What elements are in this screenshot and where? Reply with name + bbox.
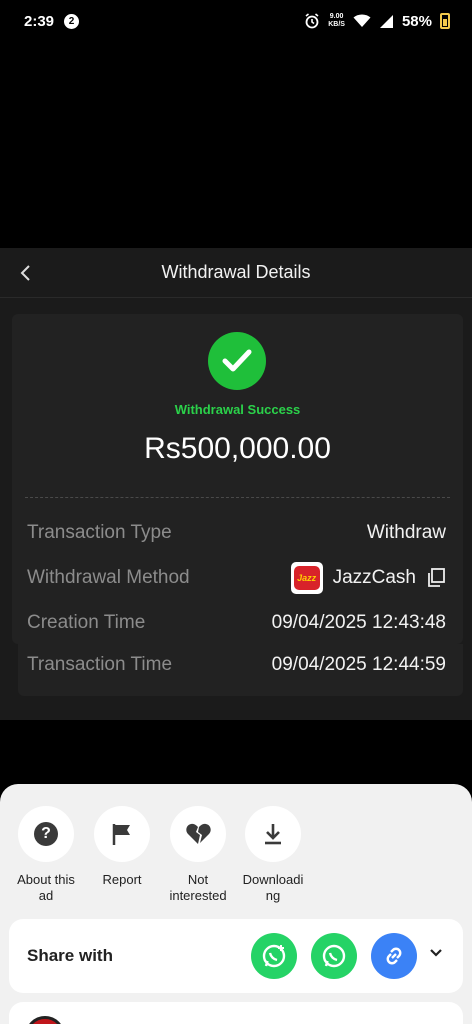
- ad-actions: ? About this ad Report Not interested Do…: [0, 806, 472, 916]
- chevron-down-icon: [430, 949, 442, 957]
- detail-label: Creation Time: [27, 612, 146, 633]
- whatsapp-business-share-button[interactable]: [251, 933, 297, 979]
- detail-label: Transaction Time: [27, 654, 173, 675]
- alarm-icon: [305, 13, 319, 29]
- expand-share-button[interactable]: [429, 946, 443, 965]
- status-bar: 2:39 2 9.00 KB/S 58%: [0, 0, 472, 42]
- withdrawal-summary-card: Withdrawal Success Rs500,000.00 Transact…: [12, 314, 463, 644]
- whatsapp-business-icon: [262, 944, 286, 968]
- transaction-time-box: Transaction Time 09/04/2025 12:44:59: [18, 644, 463, 696]
- next-share-card: [9, 1002, 463, 1024]
- detail-value: 09/04/2025 12:44:59: [271, 654, 446, 675]
- downloading-button[interactable]: Downloadi ng: [233, 806, 313, 904]
- share-with-row: Share with: [9, 919, 463, 993]
- whatsapp-share-button[interactable]: [311, 933, 357, 979]
- withdrawal-amount: Rs500,000.00: [144, 432, 331, 465]
- question-icon: ?: [34, 822, 58, 846]
- not-interested-button[interactable]: Not interested: [158, 806, 238, 904]
- action-label: Downloadi ng: [242, 872, 304, 903]
- detail-value: JazzCash: [332, 567, 416, 588]
- download-icon: [265, 824, 281, 845]
- wifi-icon: [353, 14, 371, 27]
- action-label: About this ad: [17, 872, 75, 903]
- withdrawal-status: Withdrawal Success: [174, 402, 301, 417]
- ad-options-sheet: ? About this ad Report Not interested Do…: [0, 784, 472, 1024]
- flag-icon: [112, 824, 130, 845]
- link-icon: [386, 947, 402, 965]
- action-circle: ?: [18, 806, 74, 862]
- action-circle: [170, 806, 226, 862]
- action-label: Report: [102, 872, 142, 887]
- network-speed-value: 9.00: [329, 13, 344, 20]
- network-speed: 9.00 KB/S: [328, 13, 345, 29]
- battery-icon: [440, 13, 450, 29]
- jazzcash-logo-text: Jazz: [293, 566, 320, 590]
- app-avatar[interactable]: [25, 1016, 65, 1024]
- detail-row-transaction-time: Transaction Time 09/04/2025 12:44:59: [27, 654, 446, 676]
- report-button[interactable]: Report: [82, 806, 162, 888]
- page-title: Withdrawal Details: [161, 262, 311, 282]
- battery-percent: 58%: [401, 12, 432, 30]
- copy-link-share-button[interactable]: [371, 933, 417, 979]
- notification-count-badge: 2: [64, 13, 80, 29]
- detail-label: Transaction Type: [27, 522, 172, 543]
- withdrawal-details-screen: Withdrawal Details Withdrawal Success Rs…: [0, 248, 472, 720]
- detail-label: Withdrawal Method: [27, 567, 190, 588]
- chevron-left-icon: [20, 265, 30, 281]
- network-speed-unit: KB/S: [328, 21, 345, 28]
- detail-row-withdrawal-method: Withdrawal Method Jazz JazzCash: [27, 562, 446, 594]
- withdrawal-method-value: Jazz JazzCash: [290, 562, 446, 594]
- broken-heart-icon: [186, 823, 211, 844]
- detail-row-transaction-type: Transaction Type Withdraw: [27, 522, 446, 544]
- dashed-divider: [25, 497, 450, 498]
- action-label: Not interested: [169, 872, 227, 903]
- action-circle: [94, 806, 150, 862]
- signal-icon: [379, 14, 393, 28]
- about-this-ad-button[interactable]: ? About this ad: [6, 806, 86, 904]
- detail-row-creation-time: Creation Time 09/04/2025 12:43:48: [27, 612, 446, 634]
- success-check-icon: [208, 332, 266, 390]
- share-with-label: Share with: [27, 946, 113, 965]
- copy-icon[interactable]: [426, 568, 446, 588]
- action-circle: [245, 806, 301, 862]
- back-button[interactable]: [10, 258, 40, 288]
- jazzcash-logo: Jazz: [290, 562, 323, 594]
- whatsapp-icon: [322, 944, 346, 968]
- status-time: 2:39: [24, 12, 55, 30]
- detail-value: Withdraw: [366, 522, 446, 543]
- detail-value: 09/04/2025 12:43:48: [271, 612, 446, 633]
- app-header: Withdrawal Details: [0, 248, 472, 298]
